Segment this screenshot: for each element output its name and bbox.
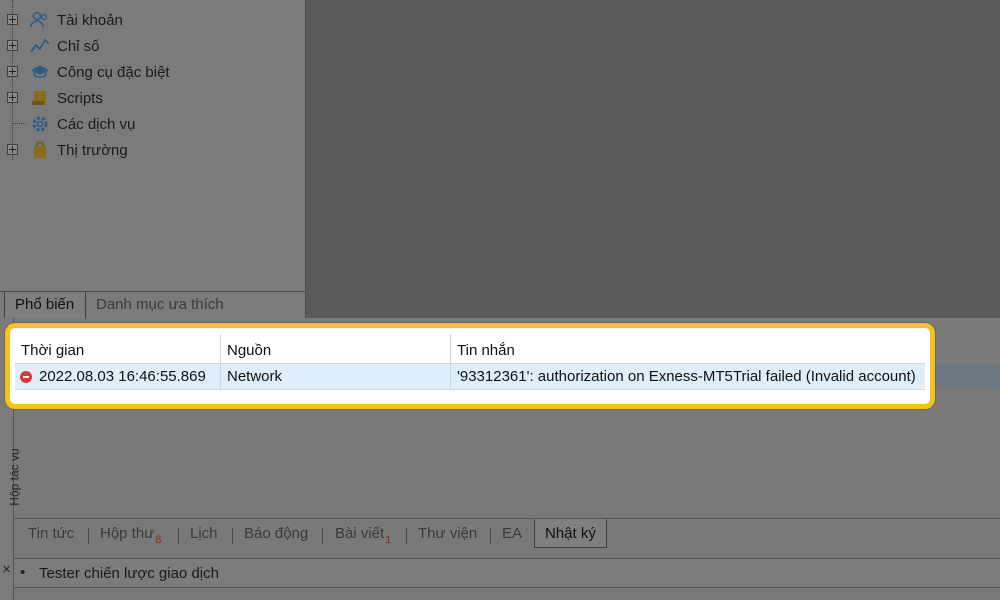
table-row[interactable]: 2022.08.03 16:46:55.869 Network '9331236… xyxy=(15,364,925,390)
chart-area[interactable] xyxy=(306,0,1000,318)
tab-label: Hộp thư xyxy=(100,525,155,542)
nav-item-label: Các dịch vụ xyxy=(57,115,136,133)
nav-item-label: Scripts xyxy=(57,89,103,107)
tab-label: Bài viết xyxy=(335,525,385,542)
expand-icon[interactable] xyxy=(7,40,18,51)
cell-time: 2022.08.03 16:46:55.869 xyxy=(15,364,221,390)
nav-item-label: Thị trường xyxy=(57,141,128,159)
tab-journal[interactable]: Nhật ký xyxy=(534,519,607,548)
shopping-bag-icon xyxy=(30,140,50,160)
cell-message: '93312361': authorization on Exness-MT5T… xyxy=(457,368,916,385)
tab-alerts[interactable]: Báo động xyxy=(244,522,308,548)
column-header-message[interactable]: Tin nhắn xyxy=(451,334,925,364)
tab-articles[interactable]: Bài viết1 xyxy=(335,522,391,548)
indicators-icon xyxy=(30,36,50,56)
tree-connector xyxy=(12,123,26,124)
tab-label: Lịch xyxy=(190,525,218,542)
tab-common[interactable]: Phổ biến xyxy=(4,292,86,319)
tab-favorites[interactable]: Danh mục ưa thích xyxy=(86,292,234,319)
strategy-tester-label: Tester chiến lược giao dịch xyxy=(39,565,219,582)
tab-experts[interactable]: EA xyxy=(502,522,522,548)
journal-header: Thời gian Nguồn Tin nhắn xyxy=(15,334,925,364)
scroll-icon xyxy=(30,88,50,108)
tab-separator xyxy=(178,528,179,544)
close-icon[interactable]: ✕ xyxy=(2,563,11,576)
tab-separator xyxy=(322,528,323,544)
cell-source: Network xyxy=(221,364,451,390)
nav-item-market[interactable]: Thị trường xyxy=(0,138,300,162)
graduation-cap-icon xyxy=(30,62,50,82)
column-header-source[interactable]: Nguồn xyxy=(221,334,451,364)
toolbox-side-label: Hộp tác vụ xyxy=(7,448,22,506)
highlight-frame: Thời gian Nguồn Tin nhắn 2022.08.03 16:4… xyxy=(5,323,935,409)
gear-icon xyxy=(30,114,50,134)
nav-item-label: Công cụ đặc biệt xyxy=(57,63,170,81)
tab-label: Tin tức xyxy=(28,525,75,542)
nav-item-label: Tài khoản xyxy=(57,11,123,29)
accounts-icon xyxy=(30,10,50,30)
tab-news[interactable]: Tin tức xyxy=(28,522,74,548)
unread-badge: 1 xyxy=(385,534,392,546)
tab-library[interactable]: Thư viện xyxy=(418,522,477,548)
nav-item-expert-advisors[interactable]: Công cụ đặc biệt xyxy=(0,60,300,84)
tab-label: Nhật ký xyxy=(545,525,596,542)
navigator-panel: Tài khoản Chỉ số Công cụ đặc biệt Script… xyxy=(0,0,306,319)
tab-mailbox[interactable]: Hộp thư8 xyxy=(100,522,161,548)
tab-label: Thư viện xyxy=(418,525,478,542)
tab-calendar[interactable]: Lịch xyxy=(190,522,218,548)
row-time: 2022.08.03 16:46:55.869 xyxy=(39,368,206,385)
nav-item-label: Chỉ số xyxy=(57,37,100,55)
tab-separator xyxy=(88,528,89,544)
nav-item-accounts[interactable]: Tài khoản xyxy=(0,8,300,32)
error-icon xyxy=(20,371,32,383)
expand-icon[interactable] xyxy=(7,92,18,103)
expand-icon[interactable] xyxy=(7,14,18,25)
tab-label: Báo động xyxy=(244,525,309,542)
tab-separator xyxy=(490,528,491,544)
bullet-icon: • xyxy=(20,564,26,581)
nav-item-indicators[interactable]: Chỉ số xyxy=(0,34,300,58)
unread-badge: 8 xyxy=(155,534,162,546)
tab-label: EA xyxy=(502,525,523,542)
tab-separator xyxy=(406,528,407,544)
nav-item-scripts[interactable]: Scripts xyxy=(0,86,300,110)
nav-item-services[interactable]: Các dịch vụ xyxy=(0,112,300,136)
strategy-tester-bar[interactable]: ✕ • Tester chiến lược giao dịch xyxy=(2,558,1000,588)
expand-icon[interactable] xyxy=(7,66,18,77)
tab-separator xyxy=(232,528,233,544)
column-header-time[interactable]: Thời gian xyxy=(15,334,221,364)
navigator-tabs: Phổ biến Danh mục ưa thích xyxy=(0,291,306,319)
toolbox-tabs: Tin tức Hộp thư8 Lịch Báo động Bài viết1… xyxy=(14,518,1000,548)
expand-icon[interactable] xyxy=(7,144,18,155)
